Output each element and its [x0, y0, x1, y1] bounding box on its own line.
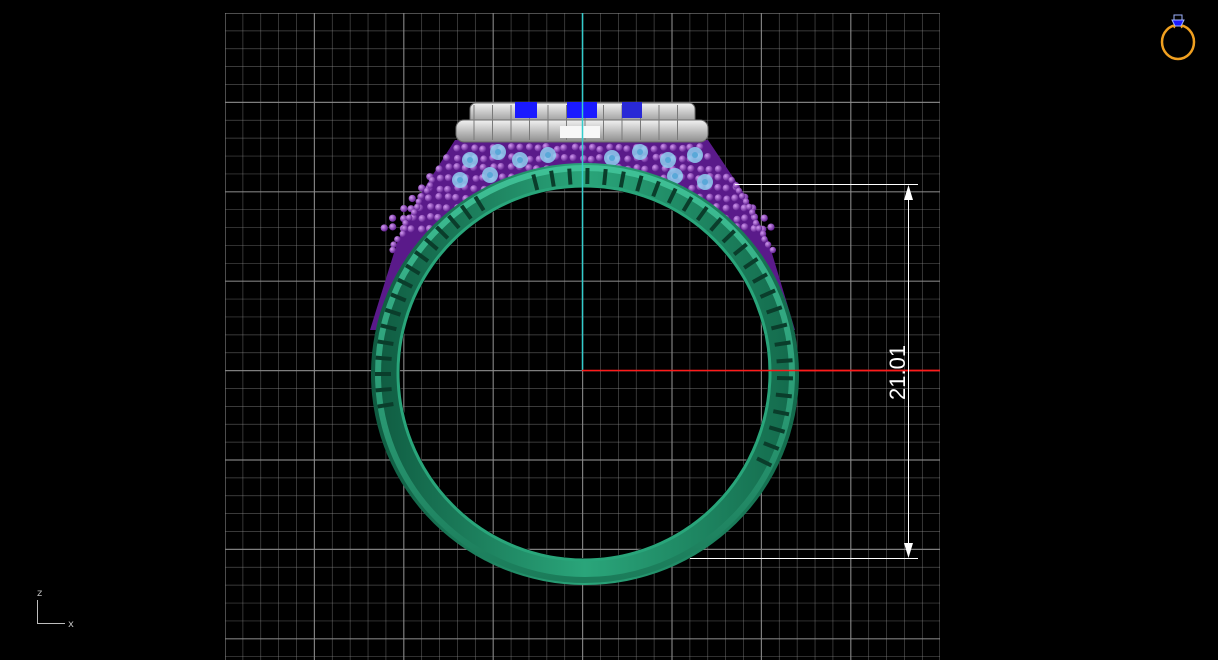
ring-model[interactable]	[370, 102, 799, 585]
axis-label-z: z	[37, 588, 42, 599]
ring-view-icon[interactable]	[1154, 6, 1202, 64]
modeling-viewport[interactable]: 21.01 z x	[0, 0, 1218, 660]
axes-indicator: z x	[37, 588, 74, 630]
dimension-arrow-top	[904, 185, 913, 200]
axis-label-x: x	[68, 619, 74, 630]
center-stones	[515, 102, 642, 118]
dimension-arrow-bottom	[904, 543, 913, 558]
dimension-value: 21.01	[885, 345, 910, 400]
